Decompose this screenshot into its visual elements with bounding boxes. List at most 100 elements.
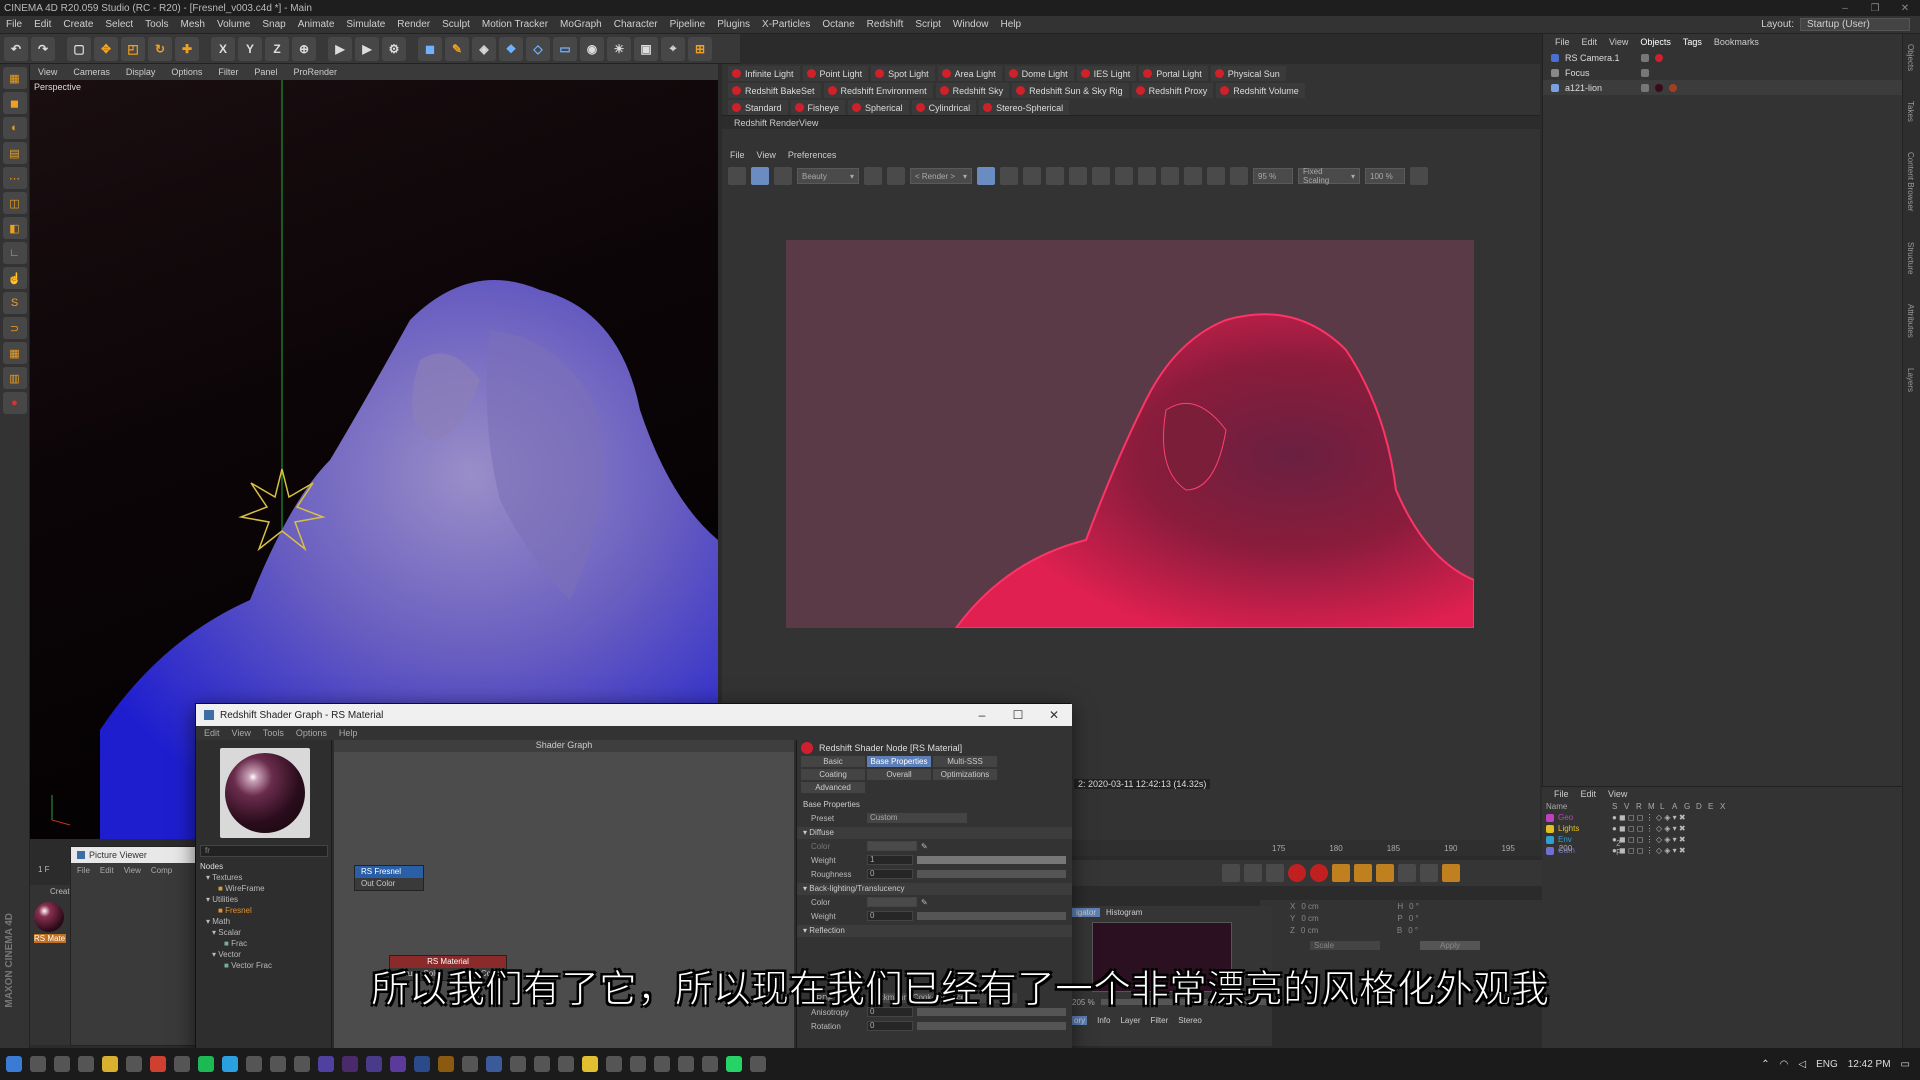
sg-menu-tools[interactable]: Tools (263, 728, 284, 738)
tree-item-frac[interactable]: ■ Frac (200, 939, 328, 950)
section-diffuse[interactable]: ▾ Diffuse (797, 827, 1072, 839)
edges-mode-icon[interactable]: ◫ (2, 192, 27, 214)
timeline-frame-field[interactable]: 2 F (1616, 839, 1621, 857)
vp-menu-filter[interactable]: Filter (210, 67, 246, 77)
tray-chevron-icon[interactable]: ⌃ (1761, 1059, 1769, 1070)
aov-dropdown[interactable]: Beauty ▾ (797, 168, 859, 184)
coord-p-field[interactable]: 0 ° (1409, 914, 1419, 923)
section-reflection[interactable]: ▾ Reflection (797, 925, 1072, 937)
vp-menu-view[interactable]: View (30, 67, 65, 77)
minimize-icon[interactable]: – (964, 704, 1000, 726)
app-icon[interactable] (78, 1056, 94, 1072)
ipr-start-icon[interactable] (751, 167, 769, 185)
move-icon[interactable]: ✥ (94, 36, 118, 61)
lm-menu-edit[interactable]: Edit (1581, 789, 1597, 799)
tree-item-wireframe[interactable]: ■ WireFrame (200, 884, 328, 895)
media-encoder-icon[interactable] (342, 1056, 358, 1072)
settings-gear-icon[interactable] (1410, 167, 1428, 185)
menu-script[interactable]: Script (909, 19, 947, 30)
material-tag-icon[interactable] (1669, 83, 1677, 92)
task-view-icon[interactable] (54, 1056, 70, 1072)
dock-tab-takes[interactable]: Takes (1906, 101, 1915, 122)
dock-tab-structure[interactable]: Structure (1906, 242, 1915, 274)
make-editable-icon[interactable]: ▦ (2, 67, 27, 89)
refresh-icon[interactable] (774, 167, 792, 185)
tab-optimizations[interactable]: Optimizations (933, 769, 997, 780)
menu-help[interactable]: Help (994, 19, 1027, 30)
snapshot-icon[interactable] (1161, 167, 1179, 185)
rs-camera-fisheye-button[interactable]: Fisheye (790, 100, 846, 115)
cloner-icon[interactable]: ❖ (499, 36, 523, 61)
rs-tag-icon[interactable] (1655, 53, 1663, 62)
material-tag-icon[interactable] (1655, 83, 1663, 92)
app-icon[interactable] (270, 1056, 286, 1072)
pv-menu-view[interactable]: View (124, 866, 141, 875)
rs-ies-light-button[interactable]: IES Light (1076, 66, 1137, 81)
file-explorer-icon[interactable] (102, 1056, 118, 1072)
redo-icon[interactable]: ↷ (31, 36, 55, 61)
axis-icon[interactable]: ∟ (2, 242, 27, 264)
windows-start-icon[interactable] (6, 1056, 22, 1072)
rs-proxy-button[interactable]: Redshift Proxy (1131, 83, 1214, 98)
diffuse-roughness-field[interactable]: 0 (867, 869, 913, 879)
deformer-icon[interactable]: ◇ (526, 36, 550, 61)
render-settings-icon[interactable]: ⚙ (382, 36, 406, 61)
node-rs-fresnel[interactable]: RS Fresnel Out Color (354, 865, 424, 891)
layer-toggles[interactable]: ● ◼ ◻ ◻ ⋮ ◇ ◈ ▾ ✖ (1612, 835, 1686, 844)
menu-motion-tracker[interactable]: Motion Tracker (476, 19, 554, 30)
add-snapshot-icon[interactable] (1184, 167, 1202, 185)
key-rotation-icon[interactable] (1376, 864, 1394, 882)
material-name[interactable]: RS Mate (34, 934, 66, 943)
compare-icon[interactable] (1138, 167, 1156, 185)
after-effects-icon[interactable] (318, 1056, 334, 1072)
clapper-icon[interactable] (728, 167, 746, 185)
menu-select[interactable]: Select (99, 19, 139, 30)
diffuse-roughness-slider[interactable] (917, 870, 1066, 878)
dock-tab-objects[interactable]: Objects (1906, 44, 1915, 71)
polygons-mode-icon[interactable]: ◧ (2, 217, 27, 239)
pv-tab-info[interactable]: Info (1097, 1016, 1110, 1025)
menu-tools[interactable]: Tools (139, 19, 174, 30)
scale-icon[interactable]: ◰ (121, 36, 145, 61)
spotify-icon[interactable] (198, 1056, 214, 1072)
om-menu-objects[interactable]: Objects (1640, 37, 1671, 47)
cube-icon[interactable]: ◼ (418, 36, 442, 61)
coord-mode-dropdown[interactable]: Scale (1310, 940, 1380, 950)
menu-pipeline[interactable]: Pipeline (664, 19, 712, 30)
workplane-icon[interactable]: ⊞ (688, 36, 712, 61)
subdivision-icon[interactable]: ◈ (472, 36, 496, 61)
coord-y-field[interactable]: 0 cm (1301, 914, 1391, 923)
fit-icon[interactable] (1092, 167, 1110, 185)
model-mode-icon[interactable]: ◼ (2, 92, 27, 114)
shader-graph-titlebar[interactable]: Redshift Shader Graph - RS Material – ☐ … (196, 704, 1072, 726)
tweak-icon[interactable]: ☝ (2, 267, 27, 289)
timeline-settings-icon[interactable] (1442, 864, 1460, 882)
dock-tab-content-browser[interactable]: Content Browser (1906, 152, 1915, 212)
lm-menu-view[interactable]: View (1608, 789, 1627, 799)
pv-menu-comp[interactable]: Comp (151, 866, 172, 875)
photoshop-icon[interactable] (414, 1056, 430, 1072)
app-icon[interactable] (294, 1056, 310, 1072)
key-param-icon[interactable] (1398, 864, 1416, 882)
snowflake-icon[interactable] (1023, 167, 1041, 185)
pv-tab-navigator[interactable]: igator (1072, 907, 1101, 917)
cinema4d-icon[interactable] (486, 1056, 502, 1072)
layer-row-cam[interactable]: Cam ● ◼ ◻ ◻ ⋮ ◇ ◈ ▾ ✖ (1542, 845, 1902, 856)
pen-icon[interactable]: ✎ (445, 36, 469, 61)
app-icon[interactable] (534, 1056, 550, 1072)
rs-portal-light-button[interactable]: Portal Light (1139, 66, 1208, 81)
rs-area-light-button[interactable]: Area Light (937, 66, 1002, 81)
sg-menu-view[interactable]: View (232, 728, 251, 738)
points-mode-icon[interactable]: ⋯ (2, 167, 27, 189)
grid-icon[interactable]: ▦ (2, 342, 27, 364)
tree-item-scalar[interactable]: ▾ Scalar (200, 928, 328, 939)
tab-advanced[interactable]: Advanced (801, 782, 865, 793)
sg-menu-help[interactable]: Help (339, 728, 358, 738)
eyedropper-icon[interactable]: ✎ (921, 842, 928, 851)
lock-icon[interactable]: ▥ (2, 367, 27, 389)
camera-icon[interactable]: ◉ (580, 36, 604, 61)
object-row-rs-camera[interactable]: RS Camera.1 (1543, 50, 1902, 65)
texture-mode-icon[interactable]: ◐ (2, 117, 27, 139)
zoom-field[interactable]: 95 % (1253, 168, 1293, 184)
y-axis-icon[interactable]: Y (238, 36, 262, 61)
